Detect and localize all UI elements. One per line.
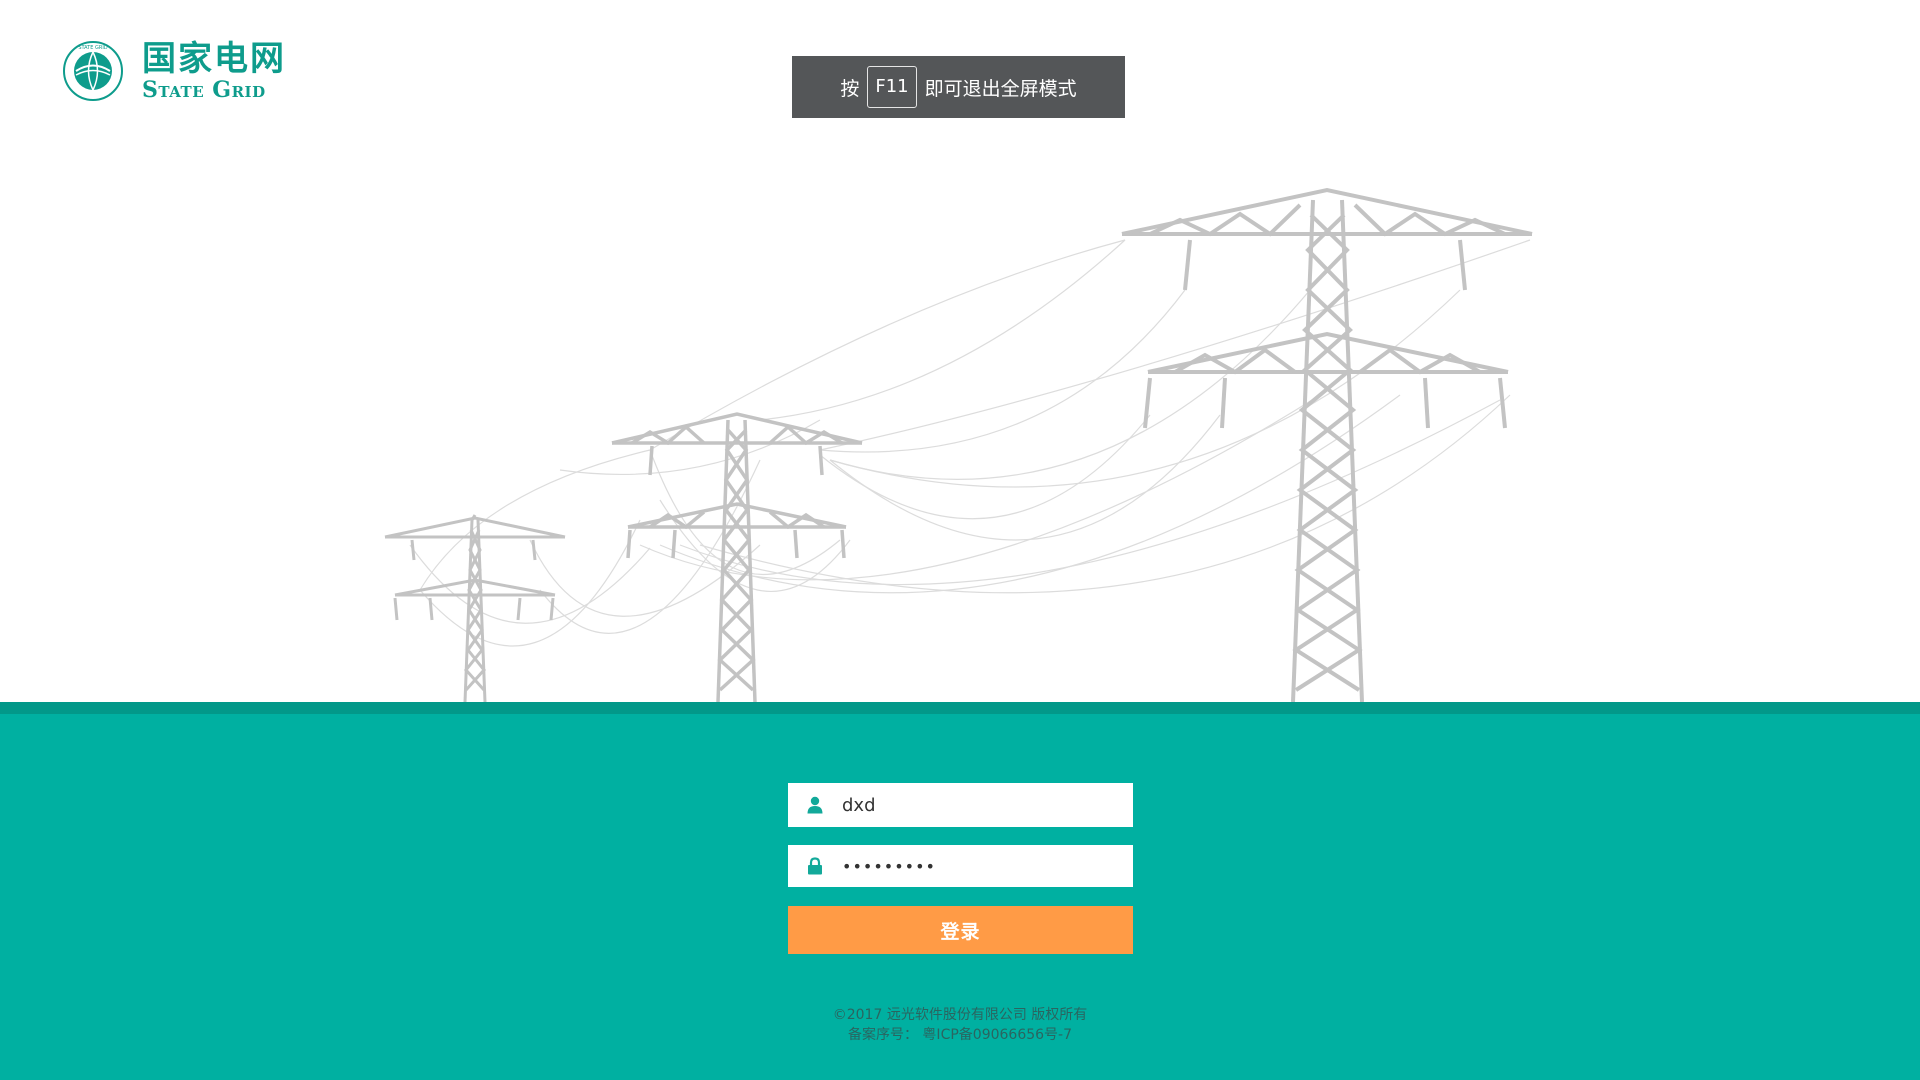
icp-registration-text: 备案序号： 粤ICP备09066656号-7	[847, 1027, 1072, 1043]
notice-prefix: 按	[840, 77, 860, 100]
logo-english-name: State Grid	[142, 76, 266, 103]
password-field[interactable]	[788, 845, 1133, 887]
notice-suffix: 即可退出全屏模式	[924, 77, 1077, 100]
user-icon	[788, 783, 842, 827]
hero-banner: STATE GRID 国家电网 State Grid 按 F11 即可退出全屏模…	[0, 0, 1920, 702]
lock-icon	[788, 845, 842, 887]
svg-text:STATE GRID: STATE GRID	[78, 45, 107, 51]
username-input[interactable]	[842, 783, 1122, 827]
state-grid-emblem-icon: STATE GRID	[63, 41, 123, 101]
password-input[interactable]	[842, 845, 1122, 887]
copyright-text: ©2017 远光软件股份有限公司 版权所有	[832, 1007, 1088, 1023]
ground-stripe	[0, 702, 1920, 714]
username-field[interactable]	[788, 783, 1133, 827]
footer: ©2017 远光软件股份有限公司 版权所有 备案序号： 粤ICP备0906665…	[0, 1005, 1920, 1045]
login-page: STATE GRID 国家电网 State Grid 按 F11 即可退出全屏模…	[0, 0, 1920, 1080]
fullscreen-exit-notice: 按 F11 即可退出全屏模式	[792, 56, 1125, 118]
f11-key-label: F11	[867, 66, 917, 108]
state-grid-logo: STATE GRID 国家电网 State Grid	[62, 40, 286, 102]
logo-chinese-name: 国家电网	[142, 38, 286, 79]
login-button[interactable]: 登录	[788, 906, 1133, 954]
